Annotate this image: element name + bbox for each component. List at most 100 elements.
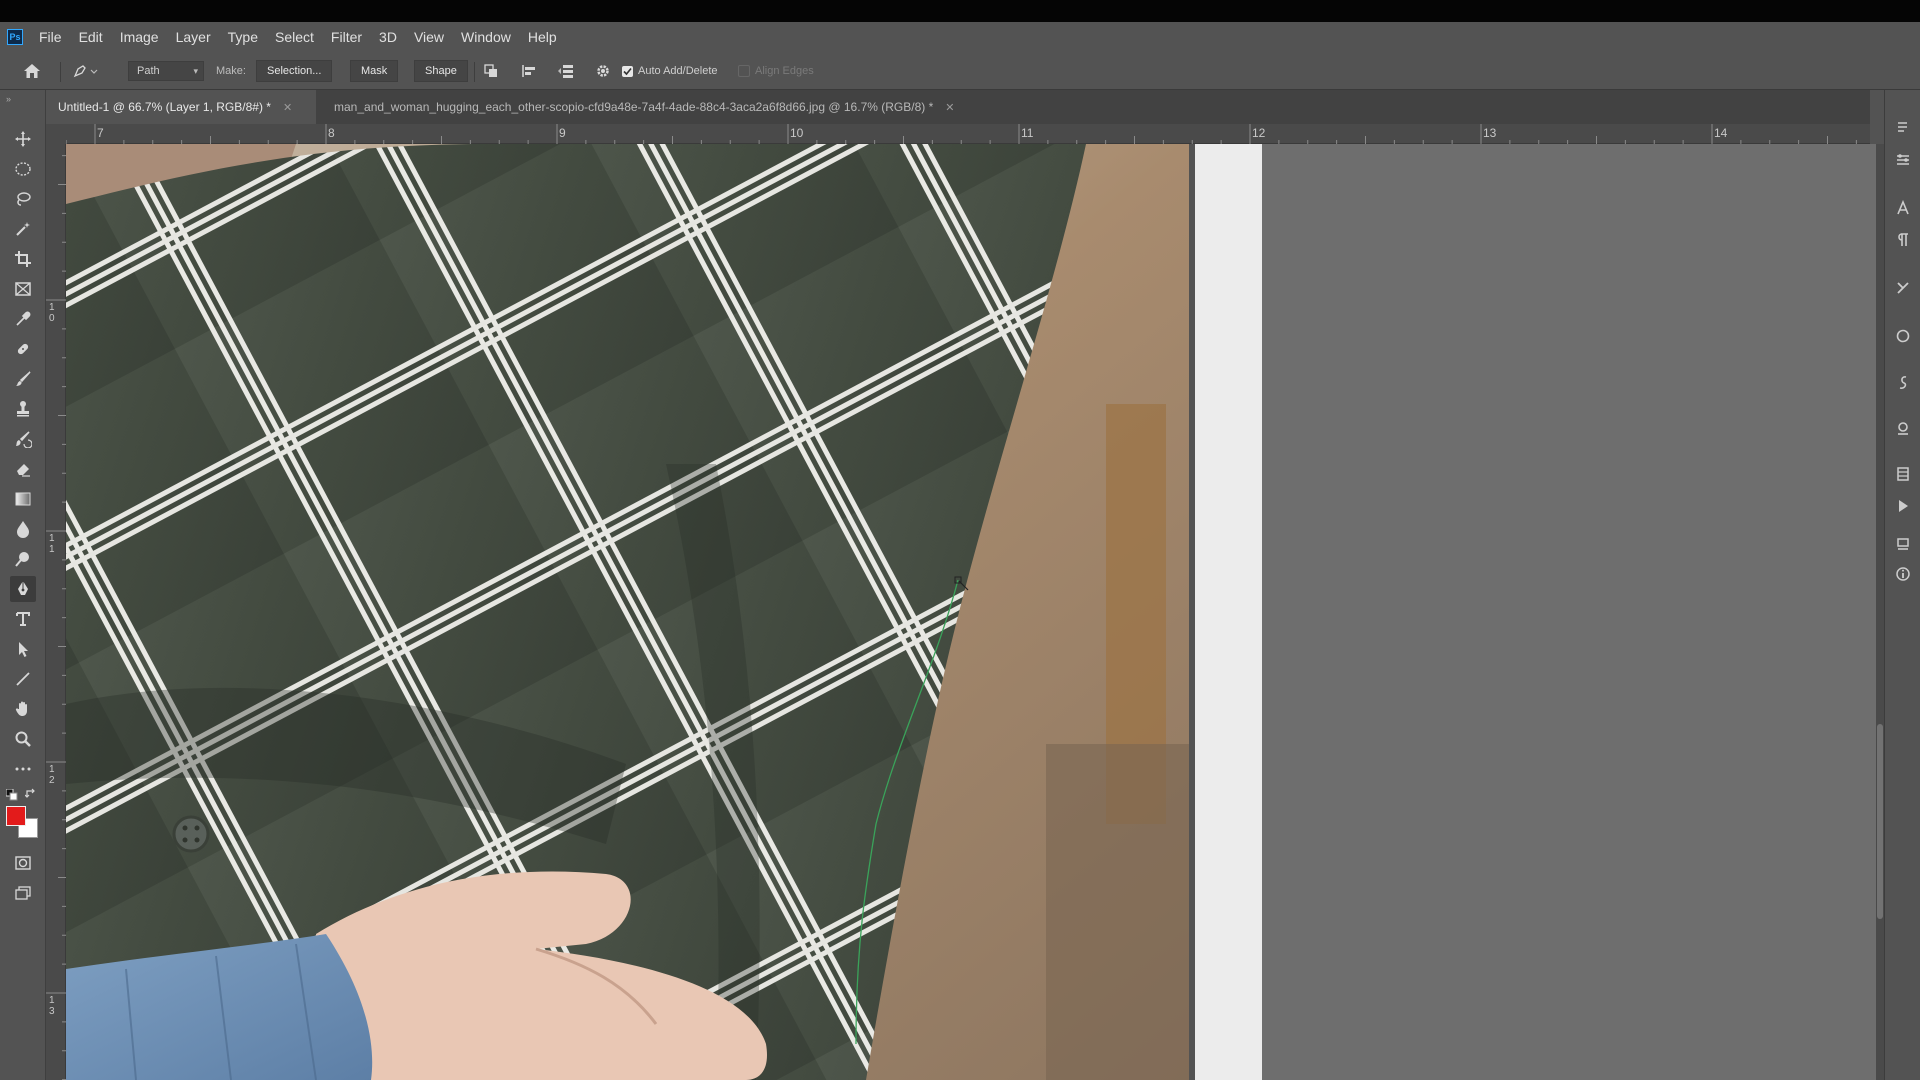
menu-view[interactable]: View [414,29,444,45]
collapsed-panels-dock [1884,90,1920,1080]
ruler-label: 9 [559,126,566,140]
menu-layer[interactable]: Layer [176,29,211,45]
ruler-origin[interactable] [46,124,66,144]
document-canvas[interactable] [66,144,1189,1080]
align-edges-label: Align Edges [755,65,814,77]
scrollbar-thumb[interactable] [1877,724,1883,919]
quick-mask-icon[interactable] [10,850,36,876]
clone-stamp-icon[interactable] [10,396,36,422]
menu-image[interactable]: Image [120,29,159,45]
path-arrangement-icon[interactable] [556,62,578,80]
foreground-color-swatch[interactable] [6,806,26,826]
move-icon[interactable] [10,126,36,152]
lasso-icon[interactable] [10,186,36,212]
pen-icon[interactable] [10,576,36,602]
menu-edit[interactable]: Edit [79,29,103,45]
path-alignment-icon[interactable] [520,62,538,80]
magic-wand-icon[interactable] [10,216,36,242]
pasteboard[interactable] [1262,144,1876,1080]
character-icon[interactable] [1895,199,1911,216]
canvas-edge [1195,144,1262,1080]
menu-help[interactable]: Help [528,29,557,45]
ruler-label: 1 0 [49,302,55,324]
layer-comps-icon[interactable] [1895,536,1911,552]
checkbox-checked-icon[interactable] [622,65,633,77]
eraser-icon[interactable] [10,456,36,482]
make-shape-button[interactable]: Shape [414,60,468,82]
marquee-icon[interactable] [10,156,36,182]
align-edges-toggle[interactable]: Align Edges [738,61,814,81]
menu-type[interactable]: Type [228,29,258,45]
auto-add-delete-label: Auto Add/Delete [638,65,718,77]
hand-icon[interactable] [10,696,36,722]
tool-mode-value: Path [137,65,160,77]
screen-mode-icon[interactable] [10,880,36,906]
healing-brush-icon[interactable] [10,336,36,362]
frame-icon[interactable] [10,276,36,302]
swap-colors-icon[interactable] [24,787,37,799]
dodge-icon[interactable] [10,546,36,572]
tab-title: man_and_woman_hugging_each_other-scopio-… [334,100,934,114]
vertical-ruler[interactable]: 1 0 1 1 1 2 1 3 [46,144,66,1080]
window-title-bar [0,0,1920,22]
panel-expand-icon[interactable] [1895,120,1911,136]
path-selection-icon[interactable] [10,636,36,662]
ruler-label: 13 [1483,126,1497,140]
ruler-label: 1 3 [49,995,55,1017]
close-icon[interactable]: ✕ [945,101,954,114]
horizontal-ruler[interactable]: 7 8 9 10 11 12 13 14 [66,124,1870,144]
eyedropper-icon[interactable] [10,306,36,332]
crop-icon[interactable] [10,246,36,272]
default-colors-icon[interactable] [5,788,18,801]
path-operations-icon[interactable] [482,62,500,80]
color-icon[interactable] [1895,328,1911,344]
glyphs-icon[interactable] [1895,374,1911,390]
make-mask-button[interactable]: Mask [350,60,399,82]
photoshop-logo-icon[interactable]: Ps [7,29,23,45]
ruler-label: 7 [97,126,104,140]
tab-man-and-woman-hugging[interactable]: man_and_woman_hugging_each_other-scopio-… [322,90,1062,124]
vertical-scrollbar[interactable] [1876,144,1884,1080]
type-icon[interactable] [10,606,36,632]
tool-presets-icon[interactable] [1895,280,1911,296]
menu-select[interactable]: Select [275,29,314,45]
tools-panel: » [0,90,46,1080]
paragraph-icon[interactable] [1895,232,1911,248]
menu-window[interactable]: Window [461,29,511,45]
chevron-down-icon: ▾ [193,65,198,76]
tool-preset-picker[interactable] [70,61,100,81]
make-selection-button[interactable]: Selection... [256,60,333,82]
gradient-icon[interactable] [10,486,36,512]
tab-untitled-1[interactable]: Untitled-1 @ 66.7% (Layer 1, RGB/8#) * ✕ [46,90,316,124]
tab-title: Untitled-1 @ 66.7% (Layer 1, RGB/8#) * [58,100,271,114]
gear-icon[interactable] [594,62,612,80]
menu-file[interactable]: File [39,29,62,45]
blur-icon[interactable] [10,516,36,542]
ruler-label: 10 [790,126,804,140]
make-label: Make: [216,65,246,77]
play-actions-icon[interactable] [1895,498,1911,514]
channels-icon[interactable] [1895,466,1911,482]
adjustments-icon[interactable] [1895,152,1911,168]
zoom-icon[interactable] [10,726,36,752]
home-icon[interactable] [22,61,42,81]
menu-bar: Ps File Edit Image Layer Type Select Fil… [0,22,1920,52]
collapse-toolbar-icon[interactable]: » [6,94,11,104]
more-tools-icon[interactable] [10,756,36,782]
ruler-label: 8 [328,126,335,140]
history-brush-icon[interactable] [10,426,36,452]
menu-3d[interactable]: 3D [379,29,397,45]
close-icon[interactable]: ✕ [283,101,292,114]
tool-mode-select[interactable]: Path ▾ [128,61,204,81]
document-tabs: Untitled-1 @ 66.7% (Layer 1, RGB/8#) * ✕… [46,90,1870,124]
photo-plaid-shirt-hug [66,144,1189,1080]
auto-add-delete-toggle[interactable]: Auto Add/Delete [622,61,718,81]
libraries-icon[interactable] [1895,420,1911,436]
checkbox-unchecked-icon [738,65,750,77]
options-bar: Path ▾ Make: Selection... Mask Shape Aut… [0,52,1920,90]
menu-filter[interactable]: Filter [331,29,362,45]
brush-icon[interactable] [10,366,36,392]
line-icon[interactable] [10,666,36,692]
ruler-label: 11 [1021,126,1034,140]
info-icon[interactable] [1895,566,1911,582]
